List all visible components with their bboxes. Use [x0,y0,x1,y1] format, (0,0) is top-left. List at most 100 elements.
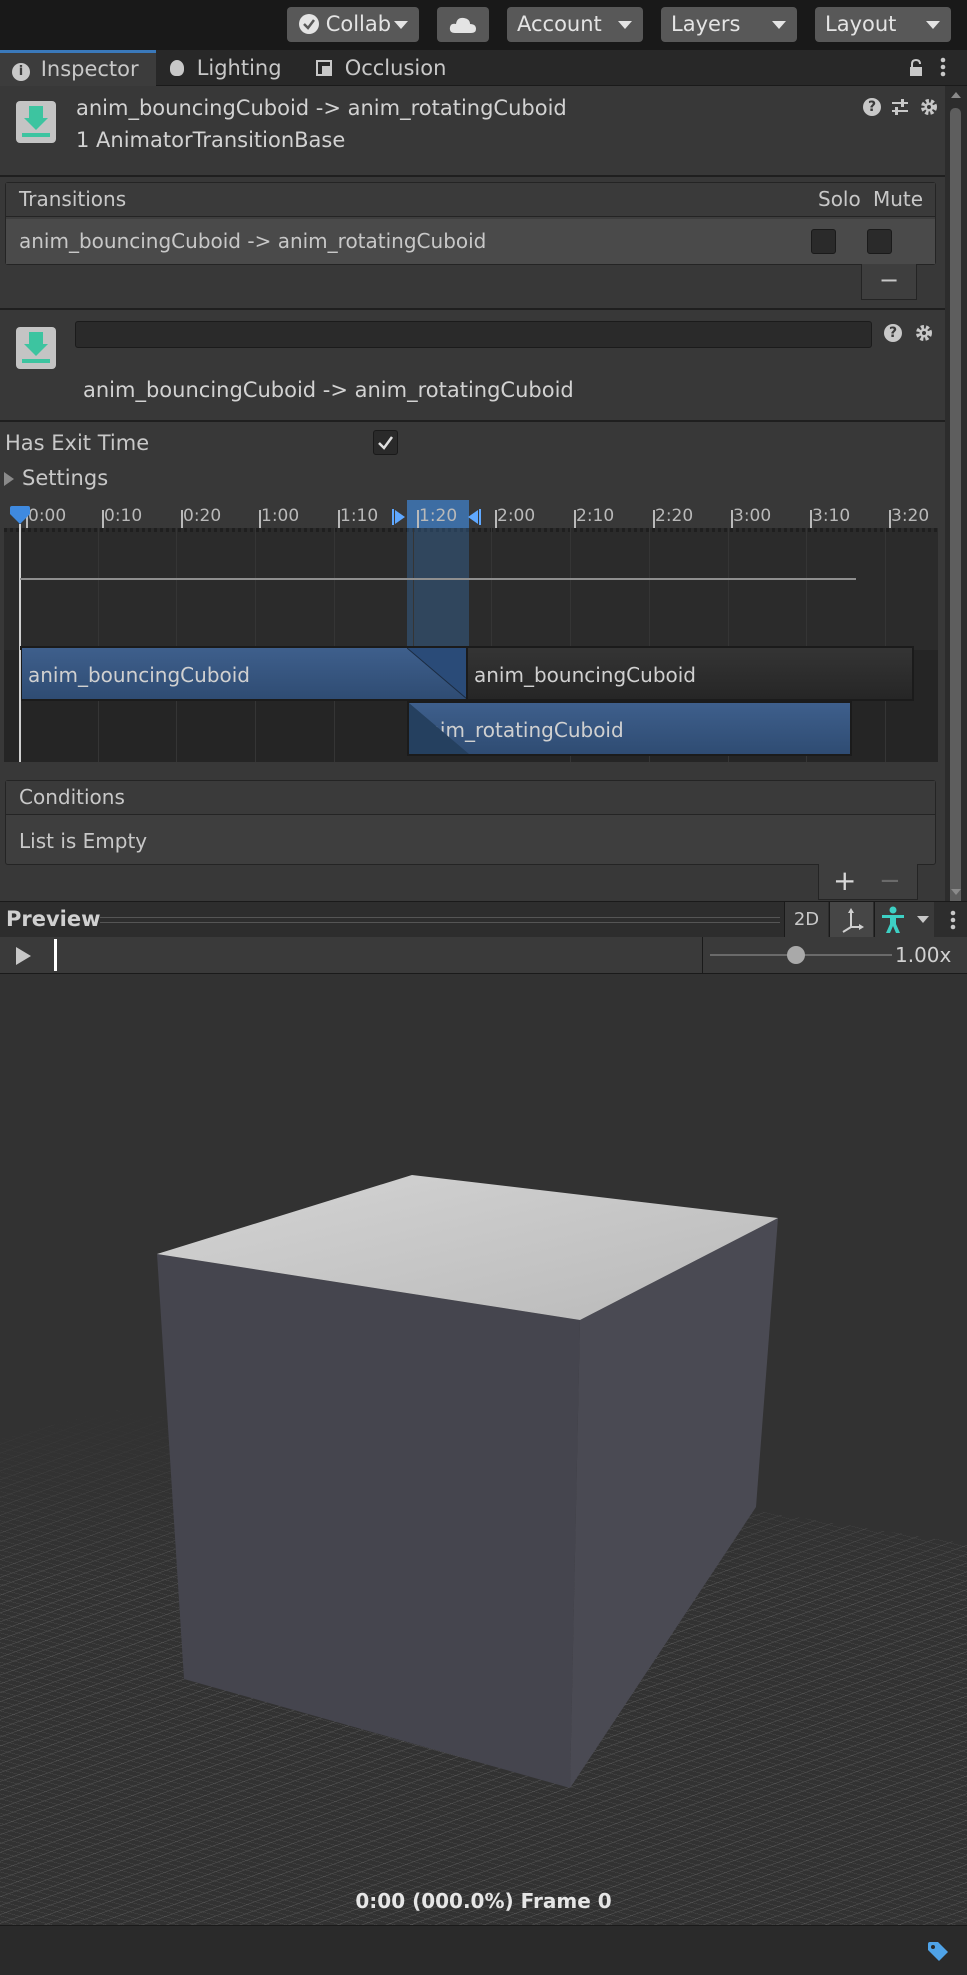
tick-label: 3:00 [733,506,772,526]
transitions-header: Transitions Solo Mute [6,183,935,217]
source-clip-continued[interactable]: anim_bouncingCuboid [466,646,914,701]
chevron-down-icon [917,916,929,923]
preview-drag-handle[interactable] [100,917,780,923]
preview-header: Preview 2D [0,901,967,937]
transition-asset-icon [16,101,56,143]
playhead-marker-icon[interactable] [9,506,31,526]
check-circle-icon [299,14,319,34]
solo-checkbox[interactable] [811,229,836,254]
source-clip-fade [407,648,467,699]
pivot-mode-button[interactable] [829,902,873,937]
conditions-empty-label: List is Empty [19,829,148,853]
settings-label: Settings [22,466,109,490]
lock-icon[interactable] [908,58,924,76]
playback-speed-label: 1.00x [895,943,952,967]
scrollbar-thumb[interactable] [950,108,961,953]
tick-label: 1:10 [340,506,379,526]
transition-name-label: anim_bouncingCuboid -> anim_rotatingCubo… [83,378,574,402]
status-bar [0,1925,967,1975]
tick-label: 2:00 [497,506,536,526]
triangle-right-icon [4,472,14,486]
transition-timeline[interactable]: 0:00 0:10 0:20 1:00 1:10 1:20 2:00 2:10 … [4,500,938,762]
scrollbar-down-arrow[interactable] [951,889,961,895]
transition-start-marker-icon[interactable] [392,506,406,525]
playback-speed-slider[interactable] [710,945,892,965]
preview-timeline-scrubber[interactable] [52,937,702,973]
tick-label: 2:10 [576,506,615,526]
tick-label: 1:00 [261,506,300,526]
preview-playbar: 1.00x [0,937,967,974]
preview-viewport[interactable]: 0:00 (000.0%) Frame 0 [0,974,967,1925]
pivot-axes-icon [842,908,864,933]
destination-clip-fade [409,703,469,754]
layers-dropdown[interactable]: Layers [661,7,797,42]
tab-lighting[interactable]: Lighting [170,50,310,86]
tab-inspector[interactable]: i Inspector [0,50,156,86]
transitions-heading: Transitions [19,187,127,211]
settings-foldout[interactable]: Settings [4,466,204,492]
has-exit-time-checkbox[interactable] [373,430,398,455]
divider [0,420,945,422]
help-icon[interactable]: ? [863,98,881,116]
gear-icon[interactable] [919,97,939,117]
scrollbar-up-arrow[interactable] [951,92,961,98]
tab-bar: i Inspector Lighting Occlusion [0,50,967,86]
humanoid-icon [882,906,904,933]
add-condition-button[interactable]: + [833,864,856,898]
chevron-down-icon [618,21,632,29]
tab-lighting-label: Lighting [196,56,282,80]
transition-icon [16,327,56,369]
remove-condition-button[interactable]: − [879,864,901,898]
transition-end-marker-icon[interactable] [467,506,481,525]
cloud-button[interactable] [437,7,489,42]
source-clip[interactable]: anim_bouncingCuboid [20,646,468,701]
account-dropdown[interactable]: Account [507,7,643,42]
remove-transition-button[interactable]: − [861,264,917,300]
preset-sliders-icon[interactable] [890,97,910,117]
ruler-dashes [4,528,938,532]
tick-label: 3:20 [891,506,930,526]
kebab-menu-icon[interactable] [938,56,948,78]
mute-checkbox[interactable] [867,229,892,254]
layout-label: Layout [825,12,897,36]
solo-column-label: Solo [818,187,861,211]
divider [702,937,703,973]
preview-scene [0,1175,967,1925]
tick-label: 3:10 [812,506,851,526]
inspector-subtitle: 1 AnimatorTransitionBase [76,128,346,152]
transition-row[interactable]: anim_bouncingCuboid -> anim_rotatingCubo… [6,219,935,264]
chevron-down-icon [394,21,408,29]
destination-clip[interactable]: anim_rotatingCuboid [407,701,852,756]
slider-thumb[interactable] [787,946,805,964]
conditions-footer: + − [818,864,918,900]
chevron-down-icon [926,21,940,29]
cloud-icon [449,17,476,33]
layers-label: Layers [671,12,741,36]
layout-dropdown[interactable]: Layout [815,7,951,42]
tick-label: 0:00 [28,506,67,526]
play-icon[interactable] [16,947,31,965]
divider [0,175,945,177]
tab-occlusion[interactable]: Occlusion [316,50,466,86]
avatar-preview-dropdown[interactable] [874,902,934,937]
conditions-list: Conditions List is Empty [5,780,936,865]
help-icon[interactable]: ? [884,324,902,342]
collab-button[interactable]: Collab [287,7,419,42]
tick-label: 0:10 [104,506,143,526]
tab-occlusion-label: Occlusion [344,56,447,80]
inspector-scrollbar[interactable] [945,86,967,953]
preview-2d-button[interactable]: 2D [784,902,828,937]
gear-icon[interactable] [914,323,934,343]
blend-curve [20,578,856,580]
source-clip-label: anim_bouncingCuboid [28,663,251,687]
tag-icon[interactable] [926,1940,950,1962]
kebab-menu-icon[interactable] [948,909,958,931]
transition-row-name: anim_bouncingCuboid -> anim_rotatingCubo… [19,229,487,253]
preview-time-cursor [54,939,57,971]
preview-2d-label: 2D [793,909,820,930]
tick-label: 2:20 [655,506,694,526]
checkmark-icon [378,436,394,450]
main-toolbar: Collab Account Layers Layout [0,0,967,50]
playhead-line-lower [19,650,21,762]
transition-name-field[interactable] [75,321,872,348]
